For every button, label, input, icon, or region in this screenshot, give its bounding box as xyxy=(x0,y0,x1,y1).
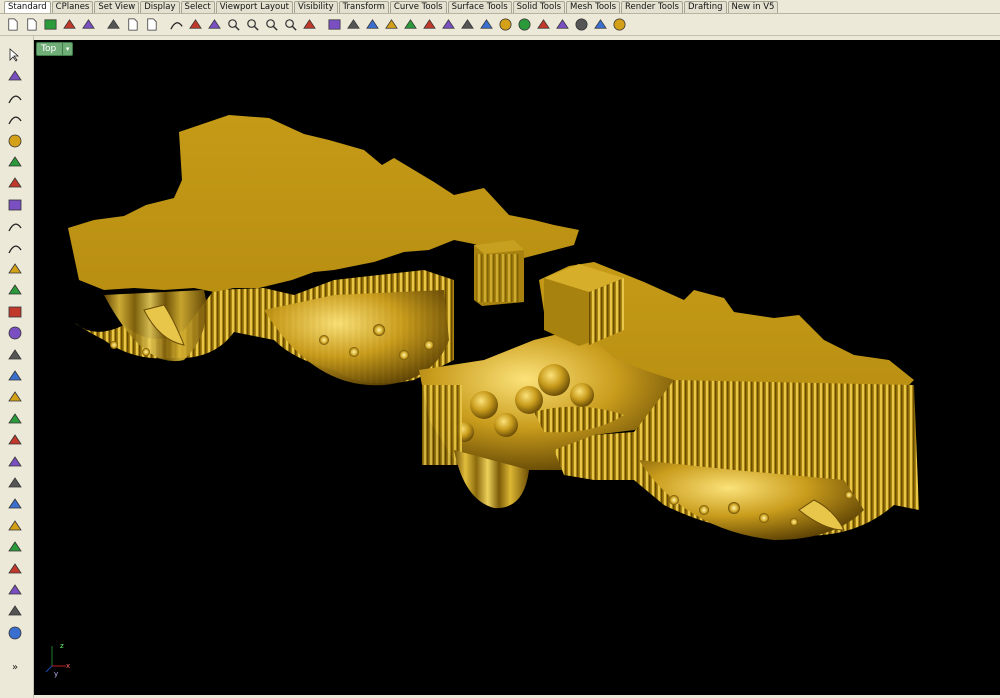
rectangle-icon[interactable] xyxy=(5,196,25,214)
zoom-dynamic-icon[interactable] xyxy=(225,16,242,34)
world-axes-icon: z x y xyxy=(45,642,70,678)
explode-icon[interactable] xyxy=(5,474,25,492)
tab-display[interactable]: Display xyxy=(140,1,180,13)
toolbar-separator xyxy=(99,16,103,34)
cplane-icon[interactable] xyxy=(364,16,381,34)
help-icon[interactable] xyxy=(611,16,628,34)
rotate-view-icon[interactable] xyxy=(301,16,318,34)
tab-visibility[interactable]: Visibility xyxy=(293,1,338,13)
save-icon[interactable] xyxy=(42,16,59,34)
polygon-icon[interactable] xyxy=(5,174,25,192)
tab-standard[interactable]: Standard xyxy=(4,1,51,13)
tab-drafting[interactable]: Drafting xyxy=(683,1,727,13)
import-icon[interactable] xyxy=(80,16,97,34)
render-color-icon[interactable] xyxy=(497,16,514,34)
left-toolbar-overflow-button[interactable]: » xyxy=(12,662,18,673)
viewport-title: Top xyxy=(41,44,57,54)
paste-icon[interactable] xyxy=(143,16,160,34)
viewport-title-tab[interactable]: Top ▾ xyxy=(36,42,74,56)
tab-curve-tools[interactable]: Curve Tools xyxy=(389,1,447,13)
join-icon[interactable] xyxy=(5,453,25,471)
arc-icon[interactable] xyxy=(5,217,25,235)
tab-surface-tools[interactable]: Surface Tools xyxy=(447,1,512,13)
array-icon[interactable] xyxy=(5,581,25,599)
toolbar-tab-bar: Standard CPlanes Set View Display Select View… xyxy=(0,0,1000,14)
copy-icon[interactable] xyxy=(124,16,141,34)
cylinder-icon[interactable] xyxy=(5,346,25,364)
tab-new-in-v5[interactable]: New in V5 xyxy=(727,1,779,13)
trim-icon[interactable] xyxy=(5,431,25,449)
hide-icon[interactable] xyxy=(421,16,438,34)
viewport-menu-arrow-icon[interactable]: ▾ xyxy=(62,43,72,55)
material-icon[interactable] xyxy=(535,16,552,34)
tab-mesh-tools[interactable]: Mesh Tools xyxy=(566,1,621,13)
options-icon[interactable] xyxy=(592,16,609,34)
render-icon[interactable] xyxy=(516,16,533,34)
cut-icon[interactable] xyxy=(105,16,122,34)
sphere-icon[interactable] xyxy=(5,324,25,342)
pan-icon[interactable] xyxy=(187,16,204,34)
four-viewports-icon[interactable] xyxy=(326,16,343,34)
select-arrow-icon[interactable] xyxy=(5,46,25,64)
toolbar-separator xyxy=(320,16,324,34)
left-toolbar: » xyxy=(0,36,34,698)
tab-viewport-layout[interactable]: Viewport Layout xyxy=(215,1,293,13)
fillet-curve-icon[interactable] xyxy=(5,239,25,257)
render-object-icon[interactable] xyxy=(5,624,25,642)
named-views-icon[interactable] xyxy=(345,16,362,34)
dimension-icon[interactable] xyxy=(5,560,25,578)
zoom-window-icon[interactable] xyxy=(244,16,261,34)
polyline-icon[interactable] xyxy=(5,89,25,107)
axis-label-x: x xyxy=(66,662,70,670)
set-cplane-icon[interactable] xyxy=(383,16,400,34)
zoom-extents-icon[interactable] xyxy=(263,16,280,34)
shaded-icon[interactable] xyxy=(573,16,590,34)
rotate-object-icon[interactable] xyxy=(5,517,25,535)
point-icon[interactable] xyxy=(5,67,25,85)
object-properties-icon[interactable] xyxy=(478,16,495,34)
text-icon[interactable] xyxy=(5,538,25,556)
undo-icon[interactable] xyxy=(168,16,185,34)
main-toolbar xyxy=(0,14,1000,36)
surface-icon[interactable] xyxy=(5,260,25,278)
left-part-box xyxy=(474,240,524,306)
tab-transform[interactable]: Transform xyxy=(338,1,389,13)
tab-set-view[interactable]: Set View xyxy=(94,1,140,13)
curve-icon[interactable] xyxy=(5,110,25,128)
analyze-icon[interactable] xyxy=(5,602,25,620)
print-icon[interactable] xyxy=(61,16,78,34)
top-viewport[interactable]: Top ▾ z x y xyxy=(34,40,1000,695)
ellipse-icon[interactable] xyxy=(5,153,25,171)
move-icon[interactable] xyxy=(206,16,223,34)
boolean-icon[interactable] xyxy=(5,388,25,406)
wireframe-icon[interactable] xyxy=(554,16,571,34)
extrude-surface-icon[interactable] xyxy=(5,281,25,299)
circle-icon[interactable] xyxy=(5,132,25,150)
zoom-selected-icon[interactable] xyxy=(282,16,299,34)
osnap-icon[interactable] xyxy=(402,16,419,34)
box-icon[interactable] xyxy=(5,303,25,321)
toolbar-separator xyxy=(162,16,166,34)
lights-icon[interactable] xyxy=(440,16,457,34)
tab-cplanes[interactable]: CPlanes xyxy=(51,1,94,13)
tab-select[interactable]: Select xyxy=(180,1,215,13)
axis-label-z: z xyxy=(60,642,64,650)
tab-solid-tools[interactable]: Solid Tools xyxy=(512,1,565,13)
open-file-icon[interactable] xyxy=(23,16,40,34)
move-object-icon[interactable] xyxy=(5,495,25,513)
mesh-icon[interactable] xyxy=(5,367,25,385)
layers-icon[interactable] xyxy=(459,16,476,34)
new-file-icon[interactable] xyxy=(4,16,21,34)
tab-render-tools[interactable]: Render Tools xyxy=(621,1,683,13)
split-icon[interactable] xyxy=(5,410,25,428)
3d-model-render xyxy=(68,115,919,540)
axis-label-y: y xyxy=(54,670,58,678)
